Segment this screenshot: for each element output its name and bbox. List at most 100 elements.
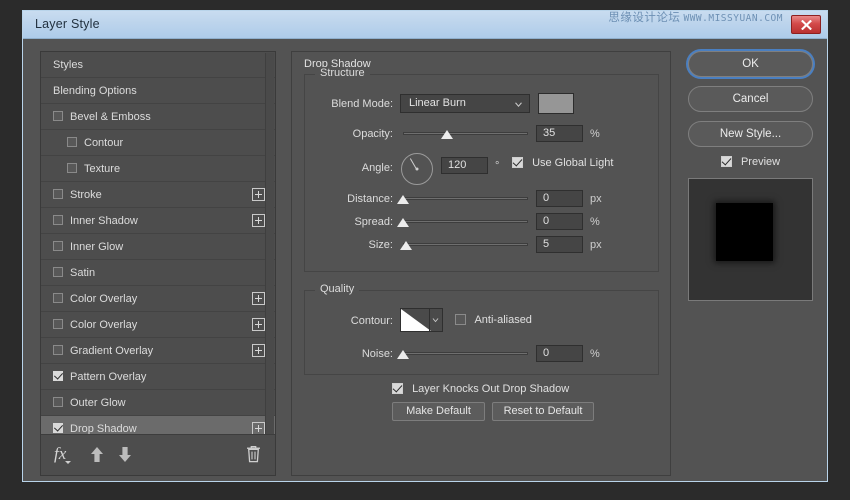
style-list-item-blending-options[interactable]: Blending Options [41, 78, 275, 104]
opacity-slider-thumb[interactable] [441, 130, 453, 139]
styles-list[interactable]: StylesBlending OptionsBevel & EmbossCont… [41, 52, 275, 435]
style-enable-checkbox[interactable] [67, 137, 77, 147]
size-slider[interactable] [403, 238, 528, 252]
style-list-item-styles[interactable]: Styles [41, 52, 275, 78]
style-enable-checkbox[interactable] [53, 189, 63, 199]
noise-unit: % [590, 343, 600, 365]
move-up-button[interactable] [89, 446, 105, 463]
style-list-item-pattern-overlay[interactable]: Pattern Overlay [41, 364, 275, 390]
style-list-item-inner-shadow[interactable]: Inner Shadow [41, 208, 275, 234]
add-effect-icon[interactable] [252, 292, 265, 305]
move-down-button[interactable] [117, 446, 133, 463]
contour-preset-dropdown[interactable] [429, 309, 442, 331]
add-effect-icon[interactable] [252, 214, 265, 227]
style-list-item-label: Color Overlay [70, 293, 137, 305]
opacity-slider[interactable] [403, 127, 528, 141]
reset-to-default-button[interactable]: Reset to Default [492, 402, 594, 421]
style-list-item-bevel-emboss[interactable]: Bevel & Emboss [41, 104, 275, 130]
distance-slider-track [403, 197, 528, 200]
preview-checkbox[interactable]: Preview [688, 156, 813, 168]
dialog-titlebar[interactable]: Layer Style 思缘设计论坛 WWW.MISSYUAN.COM [23, 11, 827, 39]
opacity-input[interactable]: 35 [536, 125, 583, 142]
effect-options-panel: Drop Shadow Structure Blend Mode: Linear… [291, 51, 671, 476]
style-enable-checkbox[interactable] [53, 423, 63, 433]
add-effect-icon[interactable] [252, 318, 265, 331]
quality-group: Quality Contour: [304, 290, 659, 375]
fx-menu-button[interactable]: fx [54, 444, 66, 464]
style-enable-checkbox[interactable] [53, 371, 63, 381]
dialog-actions: OK Cancel New Style... Preview [688, 51, 813, 301]
layer-knocks-out-label: Layer Knocks Out Drop Shadow [412, 383, 569, 395]
styles-list-scrollbar[interactable] [265, 53, 274, 434]
spread-unit: % [590, 211, 600, 233]
distance-slider-thumb[interactable] [397, 195, 409, 204]
layer-knocks-out-checkbox[interactable]: Layer Knocks Out Drop Shadow [392, 383, 569, 395]
contour-preset-icon [401, 309, 431, 331]
style-list-item-inner-glow[interactable]: Inner Glow [41, 234, 275, 260]
structure-legend: Structure [315, 67, 370, 79]
shadow-color-swatch[interactable] [538, 93, 574, 114]
spread-input[interactable]: 0 [536, 213, 583, 230]
size-unit: px [590, 234, 602, 256]
blend-mode-select[interactable]: Linear Burn [400, 94, 530, 113]
contour-preset-picker[interactable] [400, 308, 443, 332]
style-enable-checkbox[interactable] [67, 163, 77, 173]
add-effect-icon[interactable] [252, 344, 265, 357]
angle-input[interactable]: 120 [441, 157, 488, 174]
watermark: 思缘设计论坛 WWW.MISSYUAN.COM [608, 9, 783, 25]
spread-slider[interactable] [403, 215, 528, 229]
use-global-light-checkbox[interactable]: Use Global Light [512, 157, 613, 169]
add-effect-icon[interactable] [252, 188, 265, 201]
structure-group: Structure Blend Mode: Linear Burn Opacit… [304, 74, 659, 272]
arrow-down-icon [117, 446, 133, 463]
style-enable-checkbox[interactable] [53, 319, 63, 329]
anti-aliased-checkbox[interactable]: Anti-aliased [455, 314, 532, 326]
style-list-item-color-overlay[interactable]: Color Overlay [41, 312, 275, 338]
cancel-button[interactable]: Cancel [688, 86, 813, 112]
chevron-down-icon [515, 101, 522, 108]
ok-button[interactable]: OK [688, 51, 813, 77]
opacity-label: Opacity: [305, 123, 393, 145]
style-enable-checkbox[interactable] [53, 293, 63, 303]
size-label: Size: [305, 234, 393, 256]
size-input[interactable]: 5 [536, 236, 583, 253]
style-list-item-outer-glow[interactable]: Outer Glow [41, 390, 275, 416]
delete-effect-button[interactable] [246, 445, 261, 466]
style-list-item-drop-shadow[interactable]: Drop Shadow [41, 416, 275, 435]
style-list-item-contour[interactable]: Contour [41, 130, 275, 156]
style-list-item-gradient-overlay[interactable]: Gradient Overlay [41, 338, 275, 364]
style-list-item-stroke[interactable]: Stroke [41, 182, 275, 208]
checkbox-box [392, 383, 403, 394]
spread-slider-thumb[interactable] [397, 218, 409, 227]
style-list-item-satin[interactable]: Satin [41, 260, 275, 286]
style-enable-checkbox[interactable] [53, 111, 63, 121]
style-list-item-texture[interactable]: Texture [41, 156, 275, 182]
size-slider-thumb[interactable] [400, 241, 412, 250]
noise-slider[interactable] [403, 347, 528, 361]
new-style-button[interactable]: New Style... [688, 121, 813, 147]
close-button[interactable] [791, 15, 821, 34]
distance-input[interactable]: 0 [536, 190, 583, 207]
style-list-item-label: Outer Glow [70, 397, 126, 409]
style-list-item-label: Inner Glow [70, 241, 123, 253]
dialog-title: Layer Style [35, 17, 100, 31]
style-enable-checkbox[interactable] [53, 345, 63, 355]
anti-aliased-label: Anti-aliased [474, 314, 531, 326]
watermark-cn: 思缘设计论坛 [608, 10, 680, 24]
make-default-button[interactable]: Make Default [392, 402, 485, 421]
distance-slider[interactable] [403, 192, 528, 206]
style-enable-checkbox[interactable] [53, 397, 63, 407]
noise-slider-track [403, 352, 528, 355]
noise-input[interactable]: 0 [536, 345, 583, 362]
style-enable-checkbox[interactable] [53, 267, 63, 277]
noise-slider-thumb[interactable] [397, 350, 409, 359]
style-enable-checkbox[interactable] [53, 241, 63, 251]
style-list-item-color-overlay[interactable]: Color Overlay [41, 286, 275, 312]
style-list-item-label: Color Overlay [70, 319, 137, 331]
chevron-down-icon [432, 317, 439, 323]
style-list-item-label: Stroke [70, 189, 102, 201]
watermark-en: WWW.MISSYUAN.COM [683, 13, 783, 24]
checkbox-box [512, 157, 523, 168]
style-enable-checkbox[interactable] [53, 215, 63, 225]
angle-dial[interactable] [401, 153, 433, 185]
